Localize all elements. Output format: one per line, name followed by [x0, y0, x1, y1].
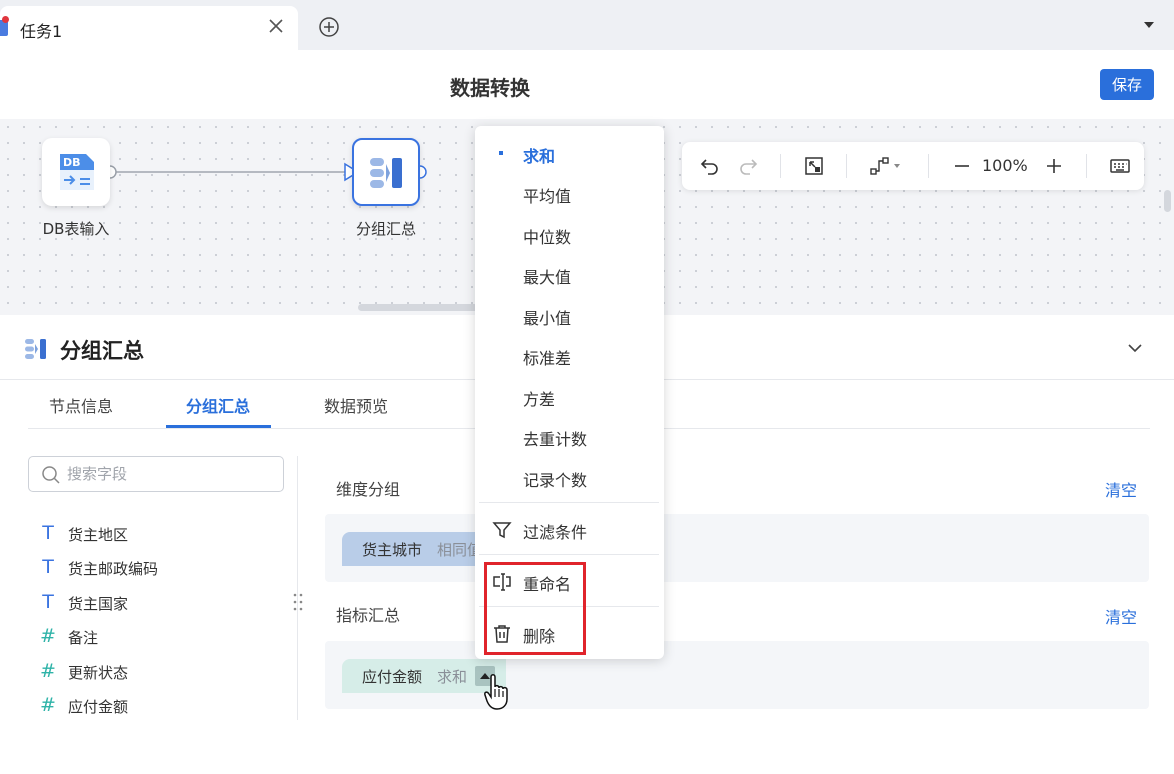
- field-label: 备注: [68, 629, 99, 647]
- tab-group-summary[interactable]: 分组汇总: [186, 393, 250, 417]
- connector-style-icon[interactable]: [868, 154, 904, 178]
- tab-strip: 任务1: [0, 0, 1174, 50]
- svg-text:DB: DB: [63, 156, 81, 169]
- metric-chip[interactable]: 应付金额 求和: [342, 659, 506, 693]
- field-label: 货主国家: [68, 595, 129, 613]
- node-group-summary-label: 分组汇总: [355, 220, 416, 238]
- tab-data-preview[interactable]: 数据预览: [324, 393, 388, 417]
- node-group-summary[interactable]: [352, 138, 420, 206]
- zoom-out-icon[interactable]: [950, 154, 974, 178]
- field-label: 应付金额: [68, 698, 129, 716]
- field-item[interactable]: # 应付金额: [38, 694, 278, 718]
- menu-item-label: 记录个数: [523, 471, 588, 490]
- text-type-icon: T: [42, 522, 54, 544]
- menu-item-label: 方差: [523, 390, 556, 409]
- menu-item-label: 平均值: [523, 187, 572, 206]
- menu-item-label: 最小值: [523, 309, 572, 328]
- page-title: 数据转换: [450, 76, 530, 100]
- chip-agg-label: 求和: [437, 668, 468, 686]
- menu-item-distinct-count[interactable]: 去重计数: [475, 416, 664, 456]
- highlight-box: [484, 562, 586, 655]
- panel-title: 分组汇总: [60, 339, 144, 363]
- canvas-toolbar: 100%: [682, 142, 1144, 190]
- menu-item-sum[interactable]: 求和: [475, 133, 664, 173]
- field-label: 更新状态: [68, 664, 129, 682]
- node-db-input[interactable]: DB: [42, 138, 110, 206]
- panel-splitter: [297, 456, 298, 720]
- dimension-chip[interactable]: 货主城市 相同值: [342, 532, 482, 566]
- dimension-group-label: 维度分组: [336, 480, 401, 499]
- field-item[interactable]: T 货主邮政编码: [38, 556, 278, 580]
- menu-item-label: 标准差: [523, 349, 572, 368]
- node-db-input-label: DB表输入: [42, 220, 110, 238]
- filter-icon: [492, 522, 512, 539]
- toolbar-separator: [1086, 154, 1087, 178]
- group-summary-icon: [25, 339, 46, 359]
- chip-field-name: 应付金额: [362, 668, 423, 686]
- menu-item-median[interactable]: 中位数: [475, 214, 664, 254]
- undo-icon[interactable]: [698, 154, 722, 178]
- close-icon[interactable]: [266, 16, 286, 36]
- menu-item-label: 求和: [523, 147, 556, 166]
- metric-clear-link[interactable]: 清空: [1105, 604, 1137, 628]
- plus-circle-icon[interactable]: [318, 16, 340, 38]
- zoom-in-icon[interactable]: [1042, 154, 1066, 178]
- menu-item-label: 中位数: [523, 228, 572, 247]
- menu-item-variance[interactable]: 方差: [475, 376, 664, 416]
- field-item[interactable]: T 货主地区: [38, 522, 278, 546]
- search-icon: [42, 466, 60, 484]
- field-item[interactable]: # 备注: [38, 625, 278, 649]
- menu-item-filter[interactable]: 过滤条件: [475, 509, 664, 549]
- canvas-scrollbar-horizontal[interactable]: [358, 304, 478, 311]
- drag-handle-icon[interactable]: [291, 591, 305, 613]
- toolbar-separator: [846, 154, 847, 178]
- metric-summary-label: 指标汇总: [336, 606, 401, 625]
- zoom-level: 100%: [982, 156, 1028, 175]
- fit-view-icon[interactable]: [802, 154, 826, 178]
- menu-item-label: 过滤条件: [523, 523, 588, 542]
- keyboard-icon[interactable]: [1108, 154, 1132, 178]
- menu-item-min[interactable]: 最小值: [475, 295, 664, 335]
- number-type-icon: #: [40, 660, 56, 682]
- menu-item-average[interactable]: 平均值: [475, 173, 664, 213]
- text-type-icon: T: [42, 591, 54, 613]
- group-summary-icon: [370, 158, 402, 188]
- tab-task1[interactable]: 任务1: [0, 6, 298, 50]
- field-search[interactable]: [28, 456, 284, 492]
- menu-divider: [479, 502, 659, 503]
- menu-item-label: 最大值: [523, 268, 572, 287]
- menu-item-label: 去重计数: [523, 430, 588, 449]
- field-item[interactable]: T 货主国家: [38, 591, 278, 615]
- field-label: 货主地区: [68, 526, 129, 544]
- chip-field-name: 货主城市: [362, 541, 423, 559]
- field-label: 货主邮政编码: [68, 560, 159, 578]
- tab-title: 任务1: [20, 22, 63, 41]
- hand-cursor-icon: [484, 674, 508, 710]
- menu-item-stddev[interactable]: 标准差: [475, 335, 664, 375]
- save-button[interactable]: 保存: [1100, 69, 1154, 100]
- menu-item-max[interactable]: 最大值: [475, 254, 664, 294]
- redo-icon[interactable]: [736, 154, 760, 178]
- database-table-icon: DB: [60, 154, 94, 190]
- tab-node-info[interactable]: 节点信息: [49, 393, 113, 417]
- field-item[interactable]: # 更新状态: [38, 660, 278, 684]
- canvas-scrollbar-vertical[interactable]: [1164, 190, 1171, 212]
- toolbar-separator: [780, 154, 781, 178]
- search-input[interactable]: [67, 462, 267, 486]
- caret-down-icon[interactable]: [1142, 20, 1156, 30]
- active-tab-indicator: [166, 425, 271, 428]
- menu-divider: [479, 554, 659, 555]
- chevron-down-icon[interactable]: [1124, 337, 1146, 359]
- dimension-clear-link[interactable]: 清空: [1105, 477, 1137, 501]
- toolbar-separator: [928, 154, 929, 178]
- number-type-icon: #: [40, 694, 56, 716]
- text-type-icon: T: [42, 556, 54, 578]
- unsaved-dot-icon: [2, 16, 9, 23]
- selected-bullet-icon: [499, 151, 503, 155]
- number-type-icon: #: [40, 625, 56, 647]
- menu-item-record-count[interactable]: 记录个数: [475, 457, 664, 497]
